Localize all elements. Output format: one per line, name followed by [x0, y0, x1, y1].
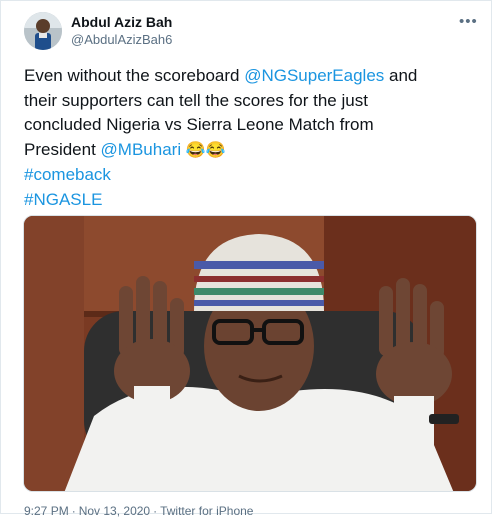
tweet-line-3: concluded Nigeria vs Sierra Leone Match … [24, 115, 374, 134]
tweet-text-segment: Even without the scoreboard [24, 66, 245, 85]
tweet-line-1: Even without the scoreboard @NGSuperEagl… [24, 64, 479, 89]
tweet-date: Nov 13, 2020 [78, 504, 151, 518]
tweet-time: 9:27 PM [24, 504, 69, 518]
tweet-text: Even without the scoreboard @NGSuperEagl… [24, 64, 479, 212]
laughing-emoji-icon: 😂😂 [185, 141, 226, 159]
separator-dot: · [71, 504, 76, 518]
user-handle[interactable]: @AbdulAzizBah6 [71, 32, 172, 47]
avatar[interactable] [24, 12, 62, 50]
display-name[interactable]: Abdul Aziz Bah [71, 14, 172, 30]
tweet-source[interactable]: Twitter for iPhone [160, 504, 253, 518]
tweet-line-4: President @MBuhari 😂😂 [24, 138, 479, 164]
mention-link[interactable]: @NGSuperEagles [244, 66, 384, 85]
tweet-photo[interactable] [23, 215, 477, 492]
tweet-line-5: #comeback [24, 163, 479, 188]
hashtag-link[interactable]: #NGASLE [24, 190, 102, 209]
tweet-card[interactable]: Abdul Aziz Bah @AbdulAzizBah6 ••• Even w… [0, 0, 492, 518]
tweet-text-segment: and [384, 66, 418, 85]
separator-dot: · [153, 504, 158, 518]
ellipsis-icon[interactable]: ••• [459, 13, 478, 30]
tweet-line-6: #NGASLE [24, 188, 479, 213]
hashtag-link[interactable]: #comeback [24, 165, 111, 184]
tweet-line-2: their supporters can tell the scores for… [24, 90, 368, 110]
tweet-text-segment: President [24, 139, 101, 159]
mention-link[interactable]: @MBuhari [101, 140, 182, 159]
tweet-timestamp[interactable]: 9:27 PM · Nov 13, 2020 · Twitter for iPhone [24, 504, 253, 518]
